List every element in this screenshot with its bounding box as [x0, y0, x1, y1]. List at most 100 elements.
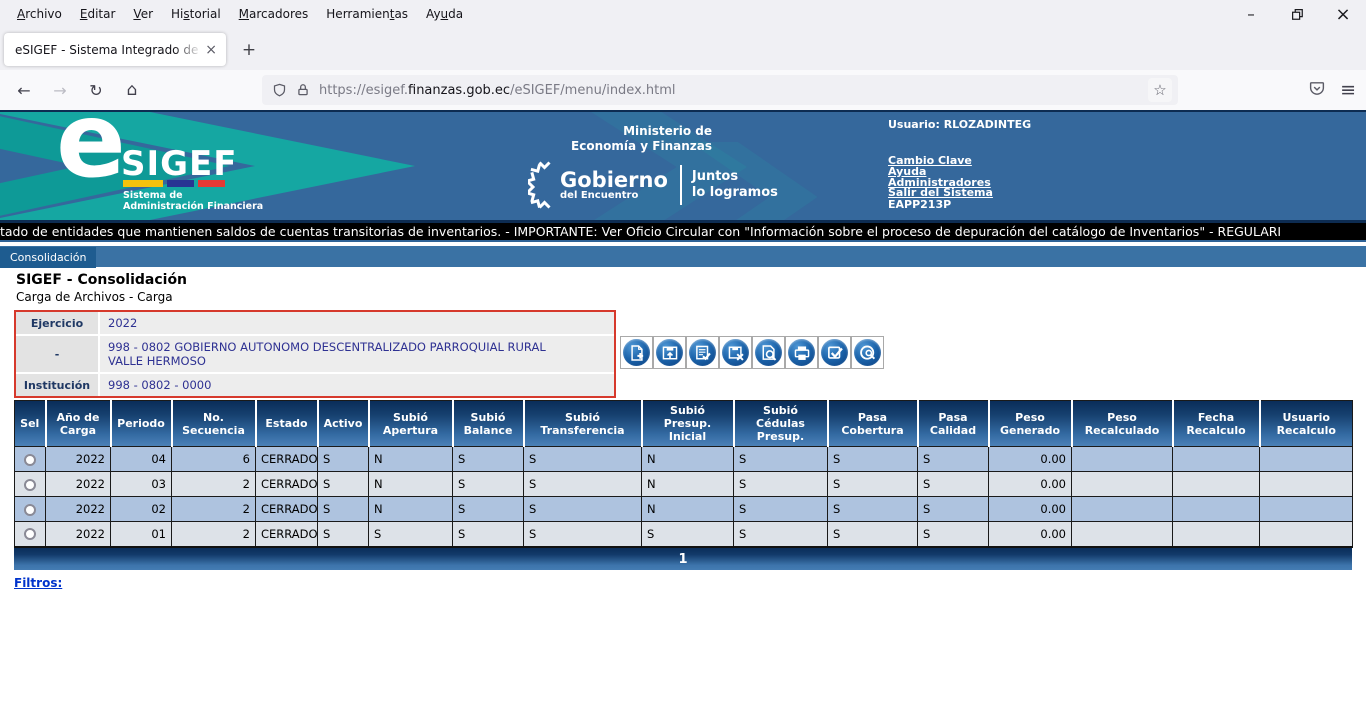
- table-cell: [1072, 472, 1173, 497]
- row-select-radio[interactable]: [24, 528, 36, 540]
- print-record-button[interactable]: [785, 336, 818, 369]
- esigef-logo-subtitle: Sistema de Administración Financiera: [123, 190, 263, 212]
- floppy-up-icon: [656, 339, 683, 366]
- esigef-logo-text: SIGEF: [121, 144, 238, 184]
- table-cell: 01: [111, 522, 172, 547]
- page-number[interactable]: 1: [678, 552, 687, 567]
- row-select-radio[interactable]: [24, 479, 36, 491]
- row-select-radio[interactable]: [24, 504, 36, 516]
- approve-record-button[interactable]: [818, 336, 851, 369]
- breadcrumb: Carga de Archivos - Carga: [16, 290, 173, 304]
- table-cell: [1072, 522, 1173, 547]
- close-window-button[interactable]: ×: [1320, 0, 1366, 28]
- menu-editar[interactable]: Editar: [71, 3, 125, 25]
- esigef-logo: e: [56, 110, 126, 193]
- table-cell: S: [318, 447, 369, 472]
- gobierno-chevrons-icon: [528, 160, 554, 210]
- column-header: Periodo: [111, 401, 172, 447]
- app-code: EAPP213P: [888, 199, 1031, 210]
- restore-button[interactable]: [1274, 0, 1320, 28]
- table-cell: S: [318, 522, 369, 547]
- table-cell: S: [318, 472, 369, 497]
- table-cell: 0.00: [989, 472, 1072, 497]
- table-cell: CERRADO: [256, 522, 318, 547]
- menu-historial[interactable]: Historial: [162, 3, 230, 25]
- table-cell: S: [734, 522, 828, 547]
- new-record-button[interactable]: [620, 336, 653, 369]
- column-header: Fecha Recalculo: [1173, 401, 1260, 447]
- reload-button[interactable]: ↻: [80, 75, 112, 105]
- printer-icon: [788, 339, 815, 366]
- back-button[interactable]: ←: [8, 75, 40, 105]
- tab-close-icon[interactable]: ×: [202, 42, 220, 58]
- tab-consolidacion[interactable]: Consolidación: [0, 247, 96, 268]
- table-cell: S: [734, 497, 828, 522]
- search-circle-icon: [854, 339, 881, 366]
- pocket-icon[interactable]: [1308, 80, 1326, 101]
- menu-ver[interactable]: Ver: [124, 3, 162, 25]
- selection-form: Ejercicio2022-998 - 0802 GOBIERNO AUTONO…: [14, 310, 616, 398]
- sel-cell: [15, 472, 46, 497]
- table-cell: 2: [172, 472, 256, 497]
- table-cell: [1260, 447, 1353, 472]
- column-header: Pasa Cobertura: [828, 401, 918, 447]
- table-cell: S: [918, 522, 989, 547]
- bookmark-star-icon[interactable]: ☆: [1148, 78, 1172, 102]
- column-header: Activo: [318, 401, 369, 447]
- row-select-radio[interactable]: [24, 454, 36, 466]
- table-cell: S: [642, 522, 734, 547]
- menu-ayuda[interactable]: Ayuda: [417, 3, 472, 25]
- flag-stripe: [123, 180, 225, 187]
- table-cell: 03: [111, 472, 172, 497]
- table-cell: [1173, 472, 1260, 497]
- table-cell: S: [369, 522, 453, 547]
- form-value: 2022: [100, 312, 614, 334]
- form-label: Institución: [16, 374, 98, 396]
- user-panel: Usuario: RLOZADINTEG Cambio ClaveAyudaAd…: [888, 118, 1031, 210]
- delete-record-button[interactable]: [719, 336, 752, 369]
- menu-herramientas[interactable]: Herramientas: [317, 3, 417, 25]
- table-cell: S: [453, 497, 524, 522]
- table-cell: S: [918, 447, 989, 472]
- menu-icon[interactable]: ≡: [1340, 79, 1356, 101]
- column-header: Año de Carga: [46, 401, 111, 447]
- user-label: Usuario: RLOZADINTEG: [888, 118, 1031, 131]
- menubar-items: ArchivoEditarVerHistorialMarcadoresHerra…: [0, 3, 472, 25]
- filters-link[interactable]: Filtros:: [14, 576, 62, 590]
- lock-icon[interactable]: [296, 82, 310, 98]
- table-cell: S: [734, 472, 828, 497]
- table-zone: SelAño de CargaPeriodoNo. SecuenciaEstad…: [14, 400, 1352, 591]
- verify-record-button[interactable]: [686, 336, 719, 369]
- table-row: 2022046CERRADOSNSSNSSS0.00: [15, 447, 1353, 472]
- table-row: 2022022CERRADOSNSSNSSS0.00: [15, 497, 1353, 522]
- table-cell: [1072, 497, 1173, 522]
- table-cell: N: [642, 447, 734, 472]
- view-detail-button[interactable]: [752, 336, 785, 369]
- forward-button[interactable]: →: [44, 75, 76, 105]
- menu-archivo[interactable]: Archivo: [8, 3, 71, 25]
- menu-marcadores[interactable]: Marcadores: [230, 3, 318, 25]
- table-cell: 0.00: [989, 497, 1072, 522]
- shield-icon[interactable]: [272, 82, 287, 98]
- save-record-button[interactable]: [653, 336, 686, 369]
- table-cell: 02: [111, 497, 172, 522]
- column-header: No. Secuencia: [172, 401, 256, 447]
- minimize-button[interactable]: –: [1228, 0, 1274, 28]
- column-header: Subió Balance: [453, 401, 524, 447]
- home-button[interactable]: ⌂: [116, 75, 148, 105]
- table-cell: S: [524, 472, 642, 497]
- new-tab-button[interactable]: +: [236, 37, 262, 63]
- sel-cell: [15, 497, 46, 522]
- browser-tab[interactable]: eSIGEF - Sistema Integrado de Gestió ×: [4, 33, 226, 66]
- table-cell: S: [318, 497, 369, 522]
- column-header: Sel: [15, 401, 46, 447]
- table-cell: 2022: [46, 522, 111, 547]
- esigef-header: e SIGEF Sistema de Administración Financ…: [0, 110, 1366, 223]
- menu-bar: ArchivoEditarVerHistorialMarcadoresHerra…: [0, 0, 1366, 28]
- consult-record-button[interactable]: [851, 336, 884, 369]
- url-bar[interactable]: https://esigef.finanzas.gob.ec/eSIGEF/me…: [262, 75, 1178, 105]
- table-cell: S: [828, 522, 918, 547]
- table-cell: CERRADO: [256, 447, 318, 472]
- tab-bar: eSIGEF - Sistema Integrado de Gestió × +: [0, 28, 1366, 70]
- table-cell: [1260, 497, 1353, 522]
